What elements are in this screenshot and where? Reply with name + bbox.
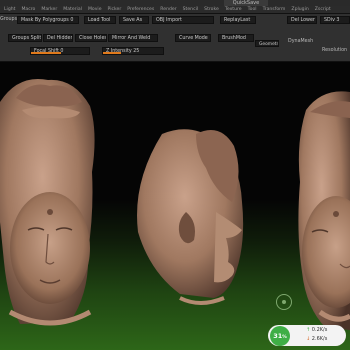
menu-item-transform[interactable]: Transform — [263, 6, 286, 13]
cpu-usage-unit: % — [282, 335, 287, 340]
menu-item-zscript[interactable]: Zscript — [315, 6, 331, 13]
load-tool-button[interactable]: Load Tool — [84, 16, 116, 24]
menu-item-marker[interactable]: Marker — [41, 6, 57, 13]
menu-item-tool[interactable]: Tool — [248, 6, 257, 13]
dynamesh-label[interactable]: DynaMesh — [288, 38, 313, 45]
menu-item-stroke[interactable]: Stroke — [204, 6, 219, 13]
groups-split-button[interactable]: Groups Split — [8, 34, 42, 42]
brushmod-slider[interactable]: BrushMod — [218, 34, 254, 42]
sculpt-model-views — [0, 78, 350, 330]
z-intensity-slider[interactable]: Z Intensity 25 — [102, 47, 164, 55]
resolution-label[interactable]: Resolution — [322, 47, 347, 54]
menu-item-material[interactable]: Material — [63, 6, 82, 13]
cpu-usage-value: 31 — [273, 332, 283, 340]
menu-item-stencil[interactable]: Stencil — [183, 6, 199, 13]
menu-item-zplugin[interactable]: Zplugin — [291, 6, 308, 13]
menu-item-texture[interactable]: Texture — [225, 6, 242, 13]
mirror-and-weld-button[interactable]: Mirror And Weld — [108, 34, 158, 42]
close-holes-button[interactable]: Close Holes — [75, 34, 107, 42]
toolbar: Groups Mask By Polygroups 0 Load Tool Sa… — [0, 14, 350, 62]
obj-import-button[interactable]: OBJ Import — [152, 16, 214, 24]
menu-bar: Light Macro Marker Material Movie Picker Prefe… — [0, 6, 350, 14]
front-view-head — [0, 78, 95, 326]
upload-arrow-icon: ↑ — [306, 327, 311, 333]
curve-mode-button[interactable]: Curve Mode — [175, 34, 211, 42]
replay-last-button[interactable]: ReplayLast — [220, 16, 256, 24]
menu-item-light[interactable]: Light — [4, 6, 15, 13]
menu-item-movie[interactable]: Movie — [88, 6, 102, 13]
navigation-gizmo-icon[interactable] — [276, 294, 292, 310]
back-view-head — [298, 91, 350, 330]
mask-by-polygroups-slider[interactable]: Mask By Polygroups 0 — [17, 16, 79, 24]
3d-viewport[interactable] — [0, 62, 350, 350]
side-view-head — [137, 129, 244, 305]
geometry-button[interactable]: Geometry — [255, 40, 279, 47]
download-arrow-icon: ↓ — [306, 336, 311, 342]
upload-speed: ↑ 0.2K/s — [306, 327, 327, 333]
focal-shift-fill — [31, 52, 61, 54]
z-intensity-fill — [103, 52, 121, 54]
menu-item-macro[interactable]: Macro — [21, 6, 35, 13]
focal-shift-slider[interactable]: Focal Shift 0 — [30, 47, 90, 55]
menu-item-render[interactable]: Render — [160, 6, 176, 13]
sdiv-slider[interactable]: SDiv 3 — [320, 16, 350, 24]
download-speed: ↓ 2.6K/s — [306, 336, 327, 342]
del-hidden-button[interactable]: Del Hidden — [43, 34, 73, 42]
menu-item-picker[interactable]: Picker — [108, 6, 122, 13]
groups-label: Groups — [0, 17, 18, 22]
download-speed-value: 2.6K/s — [311, 336, 328, 342]
cpu-usage-circle: 31% — [270, 326, 290, 346]
menu-item-preferences[interactable]: Preferences — [127, 6, 154, 13]
del-lower-button[interactable]: Del Lower — [287, 16, 317, 24]
upload-speed-value: 0.2K/s — [311, 327, 328, 333]
save-as-button[interactable]: Save As — [119, 16, 149, 24]
